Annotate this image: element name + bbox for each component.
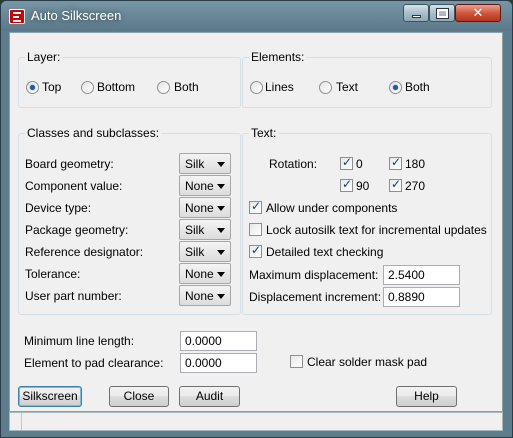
elements-heading: Elements:	[249, 50, 307, 64]
close-dialog-button[interactable]: Close	[109, 386, 169, 407]
minimize-icon	[412, 15, 421, 18]
allow-under-components-label[interactable]: Allow under components	[266, 201, 397, 215]
detailed-text-checking-checkbox[interactable]	[249, 243, 262, 258]
displacement-increment-input[interactable]: 0.8890	[383, 287, 460, 307]
chevron-down-icon	[217, 250, 225, 255]
chevron-down-icon	[217, 228, 225, 233]
package-geometry-label: Package geometry:	[25, 223, 129, 237]
window-title: Auto Silkscreen	[31, 8, 122, 23]
maximize-icon	[436, 8, 449, 19]
text-group: Text: Rotation: 0 180 90 270 Allow under…	[242, 126, 492, 315]
layer-bottom-radio[interactable]	[81, 81, 94, 94]
elements-group: Elements: Lines Text Both	[242, 50, 492, 108]
component-value-label: Component value:	[25, 179, 123, 193]
user-part-number-select[interactable]: None	[179, 285, 231, 306]
clear-solder-mask-checkbox[interactable]	[290, 355, 303, 368]
rotation-180-label[interactable]: 180	[405, 157, 425, 171]
classes-heading: Classes and subclasses:	[25, 126, 162, 140]
tolerance-select[interactable]: None	[179, 263, 231, 284]
layer-group: Layer: Top Bottom Both	[18, 50, 241, 108]
rotation-label: Rotation:	[269, 157, 318, 171]
close-button[interactable]: ✕	[455, 4, 501, 22]
audit-button[interactable]: Audit	[179, 386, 240, 407]
layer-both-label[interactable]: Both	[174, 80, 199, 94]
dialog-window: Auto Silkscreen ✕ Layer: Top Bottom Both…	[0, 0, 513, 438]
rotation-90-label[interactable]: 90	[356, 179, 369, 193]
chevron-down-icon	[217, 162, 225, 167]
chevron-down-icon	[217, 206, 225, 211]
clear-solder-mask-label[interactable]: Clear solder mask pad	[307, 355, 427, 369]
rotation-270-label[interactable]: 270	[405, 179, 425, 193]
layer-heading: Layer:	[25, 50, 63, 64]
rotation-0-checkbox[interactable]	[340, 155, 353, 170]
displacement-increment-label: Displacement increment:	[249, 290, 382, 304]
layer-both-radio[interactable]	[157, 81, 170, 94]
reference-designator-select[interactable]: Silk	[179, 241, 231, 262]
dialog-client: Layer: Top Bottom Both Elements: Lines T…	[9, 32, 503, 412]
rotation-0-label[interactable]: 0	[356, 157, 363, 171]
board-geometry-label: Board geometry:	[25, 157, 114, 171]
layer-top-radio[interactable]	[26, 81, 39, 94]
elements-lines-label[interactable]: Lines	[265, 80, 294, 94]
max-displacement-input[interactable]: 2.5400	[383, 265, 460, 285]
min-line-length-input[interactable]: 0.0000	[180, 331, 257, 351]
help-button[interactable]: Help	[396, 386, 457, 407]
component-value-select[interactable]: None	[179, 175, 231, 196]
device-type-select[interactable]: None	[179, 197, 231, 218]
silkscreen-button[interactable]: Silkscreen	[18, 386, 82, 407]
device-type-label: Device type:	[25, 201, 92, 215]
elements-text-label[interactable]: Text	[336, 80, 358, 94]
allow-under-components-checkbox[interactable]	[249, 199, 262, 214]
close-icon: ✕	[472, 5, 484, 20]
chevron-down-icon	[217, 294, 225, 299]
layer-top-label[interactable]: Top	[42, 80, 61, 94]
lock-autosilk-label[interactable]: Lock autosilk text for incremental updat…	[266, 223, 487, 237]
elements-both-label[interactable]: Both	[405, 80, 430, 94]
pad-clearance-input[interactable]: 0.0000	[180, 353, 257, 373]
detailed-text-checking-label[interactable]: Detailed text checking	[266, 245, 383, 259]
classes-group: Classes and subclasses: Board geometry: …	[18, 126, 241, 315]
title-bar[interactable]: Auto Silkscreen ✕	[1, 1, 512, 31]
text-heading: Text:	[249, 126, 279, 140]
lock-autosilk-checkbox[interactable]	[249, 223, 262, 236]
elements-both-radio[interactable]	[389, 81, 402, 94]
elements-text-radio[interactable]	[319, 81, 332, 94]
min-line-length-label: Minimum line length:	[24, 334, 135, 348]
board-geometry-select[interactable]: Silk	[179, 153, 231, 174]
user-part-number-label: User part number:	[25, 289, 122, 303]
reference-designator-label: Reference designator:	[25, 245, 144, 259]
max-displacement-label: Maximum displacement:	[249, 268, 379, 282]
pad-clearance-label: Element to pad clearance:	[24, 356, 164, 370]
app-icon	[9, 9, 25, 24]
status-bar	[9, 412, 503, 431]
chevron-down-icon	[217, 184, 225, 189]
rotation-180-checkbox[interactable]	[389, 155, 402, 170]
tolerance-label: Tolerance:	[25, 267, 81, 281]
chevron-down-icon	[217, 272, 225, 277]
rotation-90-checkbox[interactable]	[340, 177, 353, 192]
status-segment	[10, 413, 22, 430]
package-geometry-select[interactable]: Silk	[179, 219, 231, 240]
layer-bottom-label[interactable]: Bottom	[97, 80, 135, 94]
elements-lines-radio[interactable]	[250, 81, 263, 94]
rotation-270-checkbox[interactable]	[389, 177, 402, 192]
minimize-button[interactable]	[403, 4, 429, 22]
maximize-button[interactable]	[429, 4, 455, 22]
